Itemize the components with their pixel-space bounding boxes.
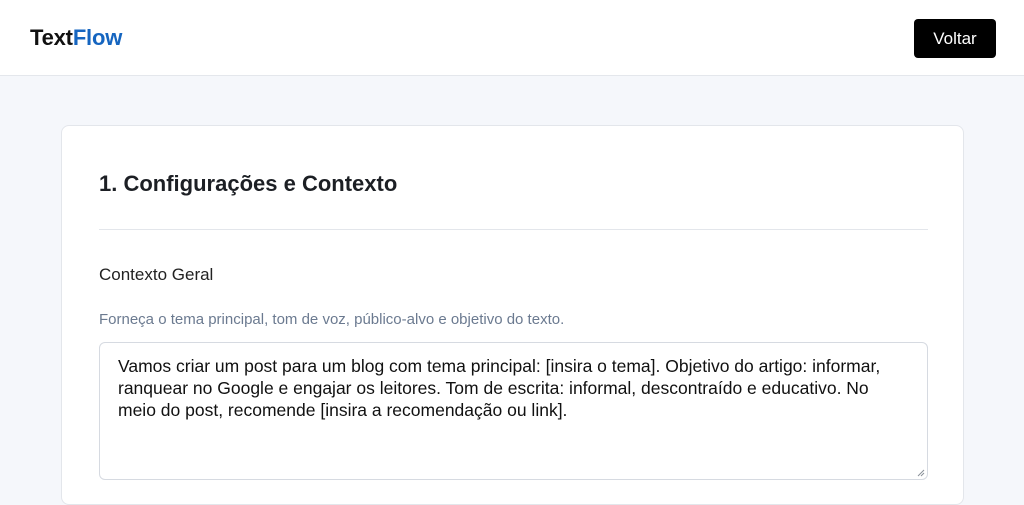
back-button[interactable]: Voltar bbox=[914, 19, 996, 58]
section-divider bbox=[99, 229, 928, 230]
top-header: TextFlow Voltar bbox=[0, 0, 1024, 76]
section-title: 1. Configurações e Contexto bbox=[99, 171, 398, 196]
logo-text-part1: Text bbox=[30, 25, 73, 50]
context-textarea[interactable]: Vamos criar um post para um blog com tem… bbox=[99, 342, 928, 480]
app-logo[interactable]: TextFlow bbox=[30, 25, 122, 51]
logo-text-part2: Flow bbox=[72, 25, 123, 50]
resize-handle-icon[interactable] bbox=[915, 467, 925, 477]
settings-card: 1. Configurações e Contexto Contexto Ger… bbox=[61, 125, 964, 505]
context-field-label: Contexto Geral bbox=[99, 265, 214, 284]
context-field-hint: Forneça o tema principal, tom de voz, pú… bbox=[99, 311, 565, 328]
